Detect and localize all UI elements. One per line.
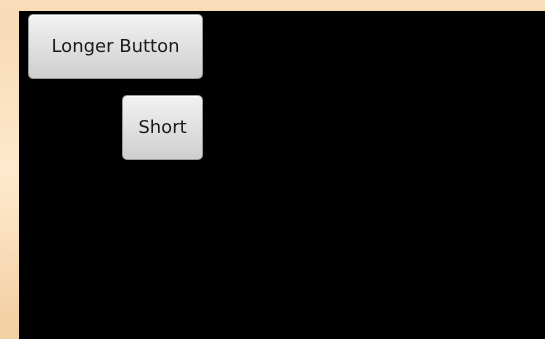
- longer-button[interactable]: Longer Button: [28, 14, 203, 79]
- app-screen: Longer Button Short: [19, 11, 545, 339]
- short-button[interactable]: Short: [122, 95, 203, 160]
